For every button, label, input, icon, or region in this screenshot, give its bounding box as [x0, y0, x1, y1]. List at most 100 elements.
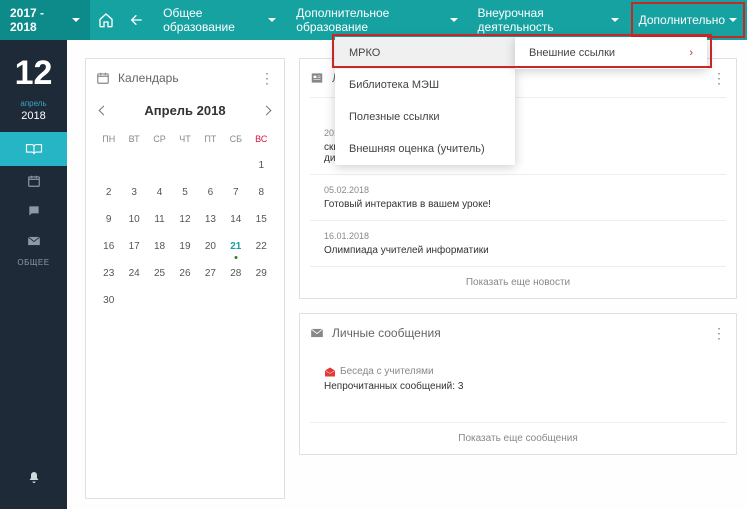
- weekday: ЧТ: [172, 126, 197, 152]
- weekday: ВТ: [121, 126, 146, 152]
- calendar-day[interactable]: 7: [223, 179, 248, 206]
- calendar-day[interactable]: 29: [249, 260, 274, 287]
- calendar-day[interactable]: 11: [147, 206, 172, 233]
- calendar-day: [198, 287, 223, 314]
- calendar-day: [121, 287, 146, 314]
- calendar-day: [96, 152, 121, 179]
- dropdown-item-mrko[interactable]: МРКО: [335, 37, 515, 69]
- more-icon[interactable]: ⋮: [260, 70, 274, 87]
- calendar-day[interactable]: 16: [96, 233, 121, 260]
- calendar-header: Календарь ⋮: [96, 67, 274, 89]
- arrow-left-icon: [129, 12, 145, 28]
- more-icon[interactable]: ⋮: [712, 70, 726, 87]
- calendar-icon: [27, 174, 41, 188]
- home-button[interactable]: [90, 0, 121, 40]
- calendar-day[interactable]: 2: [96, 179, 121, 206]
- calendar-day[interactable]: 22: [249, 233, 274, 260]
- chevron-down-icon: [450, 18, 458, 22]
- content: МРКО Библиотека МЭШ Полезные ссылки Внеш…: [67, 40, 747, 509]
- submenu-label: Внешние ссылки: [529, 47, 615, 59]
- show-more-messages[interactable]: Показать еще сообщения: [310, 422, 726, 454]
- calendar-day[interactable]: 8: [249, 179, 274, 206]
- sidebar-item-journal[interactable]: [0, 132, 67, 166]
- sidebar-section-label: ОБЩЕЕ: [17, 258, 49, 267]
- dropdown-item-library[interactable]: Библиотека МЭШ: [335, 69, 515, 101]
- weekday: ПН: [96, 126, 121, 152]
- feed-item[interactable]: 05.02.2018 Готовый интерактив в вашем ур…: [310, 174, 726, 220]
- feed-date: 16.01.2018: [324, 231, 712, 241]
- prev-month-button[interactable]: [99, 106, 109, 116]
- weekday: СБ: [223, 126, 248, 152]
- calendar-day[interactable]: 25: [147, 260, 172, 287]
- calendar-day[interactable]: 5: [172, 179, 197, 206]
- mail-open-icon: [324, 367, 336, 377]
- year-selector[interactable]: 2017 - 2018: [0, 0, 90, 40]
- chevron-down-icon: [72, 18, 80, 22]
- calendar-day[interactable]: 14: [223, 206, 248, 233]
- month-nav: Апрель 2018: [96, 95, 274, 126]
- calendar-day: [121, 152, 146, 179]
- calendar-day: [172, 152, 197, 179]
- main: 12 апрель 2018 ОБЩЕЕ МРКО Библиотека МЭШ…: [0, 40, 747, 509]
- calendar-icon: [96, 71, 110, 85]
- calendar-day[interactable]: 9: [96, 206, 121, 233]
- calendar-day[interactable]: 6: [198, 179, 223, 206]
- calendar-row: 1: [96, 152, 274, 179]
- weekday: ВС: [249, 126, 274, 152]
- nav-item-additional-education[interactable]: Дополнительное образование: [286, 0, 467, 40]
- weekday: СР: [147, 126, 172, 152]
- feed-text: Олимпиада учителей информатики: [324, 245, 712, 256]
- sidebar-item-notifications[interactable]: [0, 463, 67, 493]
- nav-item-general-education[interactable]: Общее образование: [153, 0, 286, 40]
- calendar-day[interactable]: 15: [249, 206, 274, 233]
- calendar-day[interactable]: 18: [147, 233, 172, 260]
- next-month-button[interactable]: [262, 106, 272, 116]
- messages-body[interactable]: Беседа с учителями Непрочитанных сообщен…: [310, 344, 726, 422]
- calendar-day[interactable]: 13: [198, 206, 223, 233]
- chat-icon: [27, 204, 41, 218]
- nav-item-more[interactable]: Дополнительно: [629, 0, 747, 40]
- calendar-day[interactable]: 23: [96, 260, 121, 287]
- nav-label: Дополнительное образование: [296, 6, 445, 34]
- feed-item[interactable]: 16.01.2018 Олимпиада учителей информатик…: [310, 220, 726, 266]
- sidebar-item-mail[interactable]: [0, 226, 67, 256]
- calendar-day[interactable]: 30: [96, 287, 121, 314]
- dropdown-item-external-eval[interactable]: Внешняя оценка (учитель): [335, 133, 515, 165]
- sidebar-year: 2018: [21, 110, 45, 128]
- back-button[interactable]: [122, 0, 153, 40]
- nav-items: Общее образование Дополнительное образов…: [153, 0, 747, 40]
- calendar-day[interactable]: 20: [198, 233, 223, 260]
- calendar-row: 16171819202122: [96, 233, 274, 260]
- calendar-day[interactable]: 24: [121, 260, 146, 287]
- calendar-day[interactable]: 3: [121, 179, 146, 206]
- chevron-right-icon: ›: [689, 47, 693, 59]
- calendar-day[interactable]: 27: [198, 260, 223, 287]
- bell-icon: [28, 471, 40, 485]
- submenu-item-external-links[interactable]: Внешние ссылки ›: [515, 37, 707, 69]
- unread-count: Непрочитанных сообщений: 3: [324, 381, 712, 392]
- calendar-day[interactable]: 17: [121, 233, 146, 260]
- calendar-day[interactable]: 4: [147, 179, 172, 206]
- show-more-news[interactable]: Показать еще новости: [310, 266, 726, 298]
- topbar: 2017 - 2018 Общее образование Дополнител…: [0, 0, 747, 40]
- chevron-down-icon: [729, 18, 737, 22]
- calendar-day: [249, 287, 274, 314]
- home-icon: [98, 12, 114, 28]
- dropdown-item-links[interactable]: Полезные ссылки: [335, 101, 515, 133]
- calendar-row: 30: [96, 287, 274, 314]
- calendar-day[interactable]: 21: [223, 233, 248, 260]
- calendar-day[interactable]: 10: [121, 206, 146, 233]
- mail-icon: [310, 327, 324, 339]
- calendar-day[interactable]: 12: [172, 206, 197, 233]
- sidebar-item-chat[interactable]: [0, 196, 67, 226]
- calendar-grid: ПН ВТ СР ЧТ ПТ СБ ВС 1234567891011121314…: [96, 126, 274, 314]
- dropdown-menu: МРКО Библиотека МЭШ Полезные ссылки Внеш…: [335, 37, 515, 165]
- calendar-day[interactable]: 28: [223, 260, 248, 287]
- calendar-day[interactable]: 26: [172, 260, 197, 287]
- calendar-day[interactable]: 19: [172, 233, 197, 260]
- sidebar-item-calendar[interactable]: [0, 166, 67, 196]
- more-icon[interactable]: ⋮: [712, 325, 726, 342]
- calendar-day[interactable]: 1: [249, 152, 274, 179]
- nav-item-extracurricular[interactable]: Внеурочная деятельность: [468, 0, 629, 40]
- news-icon: [310, 71, 324, 85]
